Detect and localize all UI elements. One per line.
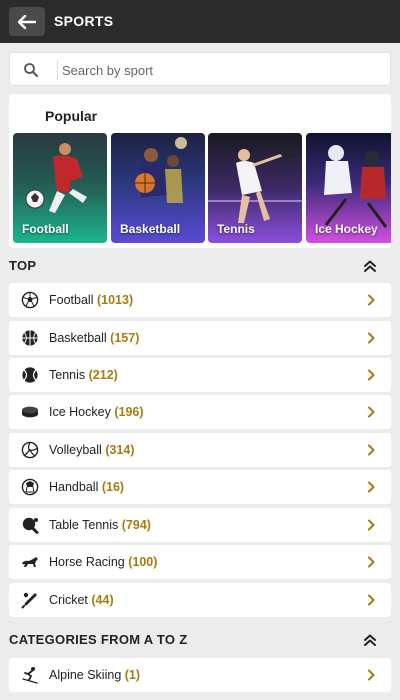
ice-hockey-puck-icon [22,406,38,418]
basketball-icon [22,330,38,346]
chevron-right-icon [368,369,375,381]
sport-row-label: Basketball (157) [49,331,140,345]
categories-section-header[interactable]: CATEGORIES FROM A TO Z [0,624,400,654]
cricket-icon [21,592,37,609]
search-input[interactable] [62,59,382,81]
section-title: TOP [9,258,37,273]
section-title: CATEGORIES FROM A TO Z [9,632,188,647]
chevron-right-icon [368,594,375,606]
sport-row-basketball[interactable]: Basketball (157) [9,321,391,355]
search-divider [57,60,58,80]
sport-row-label: Cricket (44) [49,593,114,607]
popular-tile-label: Ice Hockey [315,222,378,236]
chevron-right-icon [368,444,375,456]
sport-row-label: Tennis (212) [49,368,118,382]
sport-row-label: Ice Hockey (196) [49,405,144,419]
search-bar [9,52,391,86]
sport-row-handball[interactable]: Handball (16) [9,470,391,504]
skiing-icon [22,667,38,684]
handball-icon [21,478,39,496]
horse-racing-icon [22,557,38,567]
arrow-left-icon [18,14,36,29]
sport-row-tennis[interactable]: Tennis (212) [9,358,391,392]
chevron-right-icon [368,481,375,493]
search-icon [24,63,38,77]
popular-title: Popular [45,108,98,124]
sport-row-label: Handball (16) [49,480,125,494]
football-icon [21,291,39,309]
popular-tile-football[interactable]: Football [13,133,107,243]
popular-tile-label: Tennis [217,222,255,236]
sport-row-cricket[interactable]: Cricket (44) [9,583,391,617]
sport-row-label: Football (1013) [49,293,134,307]
chevron-right-icon [368,294,375,306]
page-title: SPORTS [54,13,114,29]
sport-row-label: Table Tennis (794) [49,518,151,532]
sport-row-label: Volleyball (314) [49,443,135,457]
chevron-right-icon [368,669,375,681]
table-tennis-icon [22,517,39,534]
sport-row-alpine-skiing[interactable]: Alpine Skiing (1) [9,658,391,692]
sport-row-horse-racing[interactable]: Horse Racing (100) [9,545,391,579]
sport-row-table-tennis[interactable]: Table Tennis (794) [9,508,391,542]
popular-tile-label: Football [22,222,69,236]
sport-row-label: Horse Racing (100) [49,555,158,569]
sport-row-ice-hockey[interactable]: Ice Hockey (196) [9,395,391,429]
back-button[interactable] [9,7,45,36]
app-header: SPORTS [0,0,400,43]
popular-tile-ice-hockey[interactable]: Ice Hockey [306,133,391,243]
chevron-right-icon [368,406,375,418]
chevron-right-icon [368,332,375,344]
top-section-header[interactable]: TOP [0,250,400,280]
sport-row-volleyball[interactable]: Volleyball (314) [9,433,391,467]
chevron-double-up-icon[interactable] [363,259,377,273]
chevron-right-icon [368,556,375,568]
tennis-icon [22,367,38,383]
sport-row-label: Alpine Skiing (1) [49,668,141,682]
chevron-right-icon [368,519,375,531]
popular-tile-label: Basketball [120,222,181,236]
popular-tile-tennis[interactable]: Tennis [208,133,302,243]
popular-section: Popular Football Basketball Tennis Ice H… [9,94,391,248]
volleyball-icon [21,441,39,459]
sport-row-football[interactable]: Football (1013) [9,283,391,317]
chevron-double-up-icon[interactable] [363,633,377,647]
popular-tile-basketball[interactable]: Basketball [111,133,205,243]
